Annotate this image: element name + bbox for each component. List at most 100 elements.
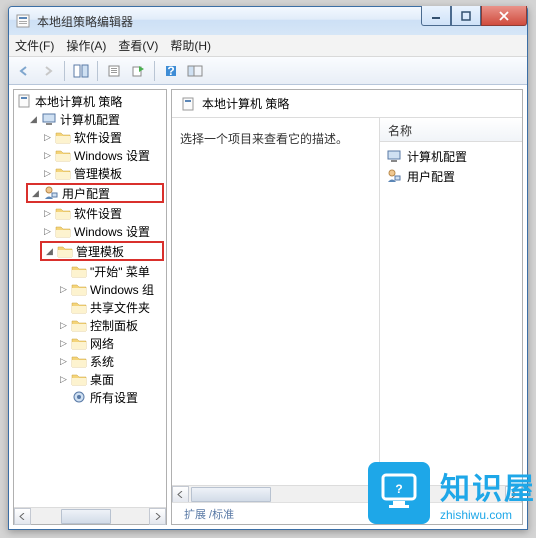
- tree-label: Windows 设置: [74, 223, 150, 240]
- properties-button[interactable]: [103, 60, 125, 82]
- list-item[interactable]: 计算机配置: [380, 146, 522, 166]
- tree-network[interactable]: ▷ 网络: [14, 334, 166, 352]
- folder-icon: [71, 371, 87, 387]
- tree-label: 系统: [90, 353, 114, 370]
- column-header-name[interactable]: 名称: [380, 118, 522, 142]
- scroll-thumb[interactable]: [191, 487, 271, 502]
- details-title: 本地计算机 策略: [202, 95, 289, 112]
- folder-icon: [55, 147, 71, 163]
- expand-icon[interactable]: ▷: [58, 338, 69, 349]
- expand-icon[interactable]: ▷: [42, 150, 53, 161]
- close-icon: [498, 11, 510, 21]
- expand-icon[interactable]: ▷: [42, 226, 53, 237]
- tab-extended-standard[interactable]: 扩展 /标准: [176, 504, 242, 524]
- folder-icon: [57, 243, 73, 259]
- svg-text:?: ?: [395, 482, 402, 496]
- titlebar[interactable]: 本地组策略编辑器: [9, 7, 527, 35]
- show-hide-tree-button[interactable]: [70, 60, 92, 82]
- close-button[interactable]: [481, 6, 527, 26]
- computer-icon: [41, 111, 57, 127]
- back-button[interactable]: [13, 60, 35, 82]
- menu-help[interactable]: 帮助(H): [170, 37, 211, 54]
- tree-control-panel[interactable]: ▷ 控制面板: [14, 316, 166, 334]
- tree-admin-templates[interactable]: ▷ 管理模板: [14, 164, 166, 182]
- filter-icon: [187, 64, 203, 78]
- watermark: ? 知识屋 zhishiwu.com: [368, 462, 536, 524]
- menubar: 文件(F) 操作(A) 查看(V) 帮助(H): [9, 35, 527, 57]
- list-item-label: 用户配置: [407, 168, 455, 185]
- tree-admin-templates-2[interactable]: ◢ 管理模板: [42, 242, 124, 260]
- folder-icon: [71, 353, 87, 369]
- panes-icon: [73, 64, 89, 78]
- scroll-thumb[interactable]: [61, 509, 111, 524]
- computer-icon: [386, 148, 402, 164]
- collapse-icon[interactable]: ◢: [28, 114, 39, 125]
- expand-icon[interactable]: ▷: [58, 374, 69, 385]
- scroll-left-button[interactable]: [14, 508, 31, 525]
- collapse-icon[interactable]: ◢: [30, 188, 41, 199]
- minimize-icon: [431, 11, 441, 21]
- properties-icon: [107, 64, 121, 78]
- export-icon: [131, 64, 145, 78]
- description-text: 选择一个项目来查看它的描述。: [180, 132, 348, 146]
- scroll-left-button[interactable]: [172, 486, 189, 503]
- svg-text:?: ?: [167, 64, 174, 78]
- expand-icon[interactable]: ▷: [42, 168, 53, 179]
- menu-file[interactable]: 文件(F): [15, 37, 54, 54]
- menu-action[interactable]: 操作(A): [66, 37, 106, 54]
- tree-label: 网络: [90, 335, 114, 352]
- tree-label: 管理模板: [74, 165, 122, 182]
- user-icon: [43, 185, 59, 201]
- tree-software-settings-2[interactable]: ▷ 软件设置: [14, 204, 166, 222]
- toolbar: ?: [9, 57, 527, 85]
- scroll-right-button[interactable]: [149, 508, 166, 525]
- chevron-right-icon: [154, 513, 161, 520]
- collapse-icon[interactable]: ◢: [44, 246, 55, 257]
- item-list: 名称 计算机配置 用户配置: [380, 118, 522, 485]
- tree-windows-settings[interactable]: ▷ Windows 设置: [14, 146, 166, 164]
- tree-label: Windows 组: [90, 281, 154, 298]
- tree-windows-settings-2[interactable]: ▷ Windows 设置: [14, 222, 166, 240]
- tree-desktop[interactable]: ▷ 桌面: [14, 370, 166, 388]
- back-icon: [17, 64, 31, 78]
- watermark-text: 知识屋 zhishiwu.com: [440, 464, 536, 522]
- tree-system[interactable]: ▷ 系统: [14, 352, 166, 370]
- tree-software-settings[interactable]: ▷ 软件设置: [14, 128, 166, 146]
- tree-windows-comp[interactable]: ▷ Windows 组: [14, 280, 166, 298]
- tree-label: 本地计算机 策略: [35, 93, 122, 110]
- chevron-left-icon: [177, 491, 184, 498]
- expand-icon[interactable]: ▷: [42, 132, 53, 143]
- policy-tree[interactable]: 本地计算机 策略 ◢ 计算机配置 ▷ 软件设置 ▷ Windows 设置: [14, 90, 166, 507]
- gpedit-window: 本地组策略编辑器 文件(F) 操作(A) 查看(V) 帮助(H) ? 本地计算: [8, 6, 528, 530]
- expand-icon[interactable]: ▷: [58, 356, 69, 367]
- folder-icon: [71, 335, 87, 351]
- tree-shared-folders[interactable]: 共享文件夹: [14, 298, 166, 316]
- tree-user-config[interactable]: ◢ 用户配置: [28, 184, 110, 202]
- expand-icon[interactable]: ▷: [58, 284, 69, 295]
- menu-view[interactable]: 查看(V): [118, 37, 158, 54]
- tree-label: 计算机配置: [60, 111, 120, 128]
- tree-computer-config[interactable]: ◢ 计算机配置: [14, 110, 166, 128]
- details-heading: 本地计算机 策略: [172, 90, 522, 118]
- filter-button[interactable]: [184, 60, 206, 82]
- forward-button[interactable]: [37, 60, 59, 82]
- tree-start-menu[interactable]: "开始" 菜单: [14, 262, 166, 280]
- tree-all-settings[interactable]: 所有设置: [14, 388, 166, 406]
- highlight-user-config: ◢ 用户配置: [26, 183, 164, 203]
- export-button[interactable]: [127, 60, 149, 82]
- folder-icon: [55, 129, 71, 145]
- expand-icon[interactable]: ▷: [42, 208, 53, 219]
- minimize-button[interactable]: [421, 6, 451, 26]
- chevron-left-icon: [19, 513, 26, 520]
- expand-icon[interactable]: ▷: [58, 320, 69, 331]
- tree-root[interactable]: 本地计算机 策略: [14, 92, 166, 110]
- maximize-button[interactable]: [451, 6, 481, 26]
- help-button[interactable]: ?: [160, 60, 182, 82]
- tree-label: 控制面板: [90, 317, 138, 334]
- description-pane: 选择一个项目来查看它的描述。: [172, 118, 380, 485]
- list-item[interactable]: 用户配置: [380, 166, 522, 186]
- tree-scrollbar[interactable]: [14, 507, 166, 524]
- folder-icon: [55, 165, 71, 181]
- tree-panel: 本地计算机 策略 ◢ 计算机配置 ▷ 软件设置 ▷ Windows 设置: [13, 89, 167, 525]
- tree-label: 用户配置: [62, 185, 110, 202]
